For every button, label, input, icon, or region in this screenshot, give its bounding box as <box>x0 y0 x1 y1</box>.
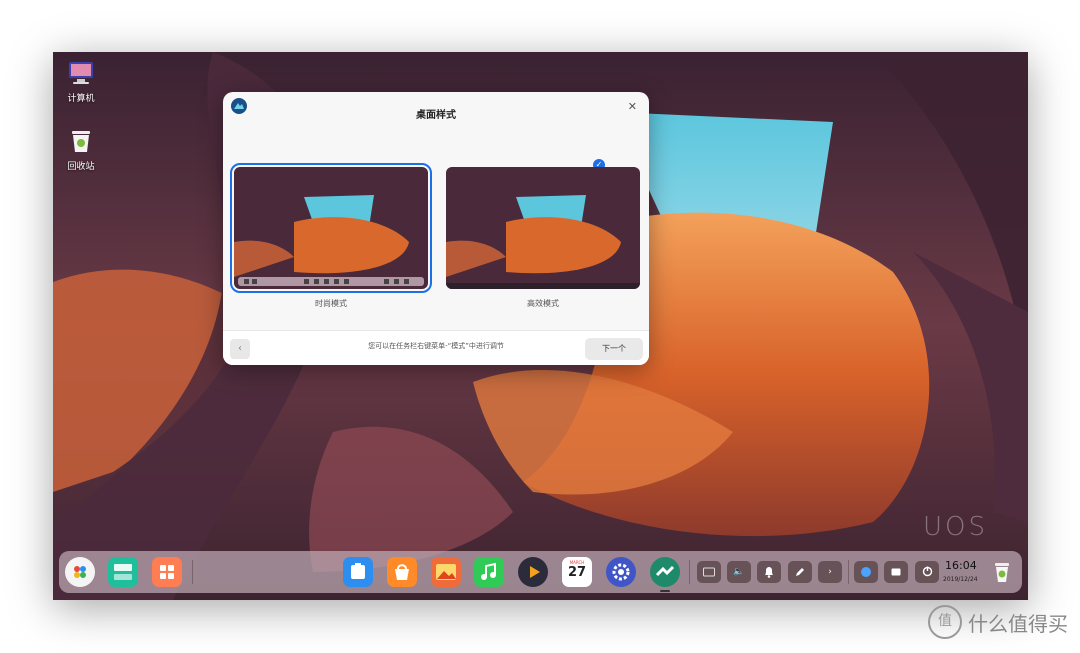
dock: MARCH 27 🔈 › 16:04 2019/12/24 <box>59 551 1022 593</box>
mode-option-efficient[interactable] <box>446 167 640 289</box>
browser-icon[interactable] <box>650 557 680 587</box>
site-watermark: 值 什么值得买 <box>928 605 1068 639</box>
dock-separator <box>848 560 849 584</box>
close-icon[interactable]: ✕ <box>628 100 637 113</box>
trash-icon[interactable] <box>987 557 1017 587</box>
volume-icon[interactable]: 🔈 <box>727 561 751 583</box>
site-watermark-text: 什么值得买 <box>968 611 1068 636</box>
mode-option-label: 高效模式 <box>527 299 559 308</box>
next-button[interactable]: 下一个 <box>585 338 643 360</box>
dialog-title: 桌面样式 <box>416 110 456 121</box>
notification-icon[interactable] <box>757 561 781 583</box>
desktop-icon-label: 回收站 <box>67 162 95 172</box>
music-icon[interactable] <box>474 557 504 587</box>
mode-option-fashion[interactable] <box>230 163 432 293</box>
launcher-icon[interactable] <box>65 557 95 587</box>
chevron-right-icon[interactable]: › <box>818 561 842 583</box>
calendar-icon[interactable]: MARCH 27 <box>562 557 592 587</box>
keyboard-icon[interactable] <box>697 561 721 583</box>
file-manager-icon[interactable] <box>343 557 373 587</box>
trash-icon <box>67 128 95 154</box>
image-viewer-icon[interactable] <box>431 557 461 587</box>
dialog-footer: ‹ 您可以在任务栏右键菜单-“模式”中进行调节 下一个 <box>223 330 649 365</box>
app-store-icon[interactable] <box>387 557 417 587</box>
network-icon[interactable] <box>854 561 878 583</box>
running-indicator <box>660 590 670 592</box>
screen-icon[interactable] <box>884 561 908 583</box>
desktop-screen: 计算机 回收站 UOS 桌面样式 ✕ ✓ 时尚模式 高效模式 ‹ 您可以在任务栏… <box>53 52 1028 600</box>
system-settings-icon[interactable] <box>606 557 636 587</box>
dock-separator <box>192 560 193 584</box>
mode-option-label: 时尚模式 <box>315 299 347 308</box>
desktop-icon-computer[interactable]: 计算机 <box>53 60 109 104</box>
clock-time[interactable]: 16:04 <box>945 559 977 572</box>
clock-date: 2019/12/24 <box>943 576 978 583</box>
desktop-style-dialog: 桌面样式 ✕ ✓ 时尚模式 高效模式 ‹ 您可以在任务栏右键菜单-“模式”中进行… <box>223 92 649 365</box>
power-icon[interactable] <box>915 561 939 583</box>
multitask-icon[interactable] <box>108 557 138 587</box>
pen-icon[interactable] <box>788 561 812 583</box>
desktop-icon-trash[interactable]: 回收站 <box>53 128 109 172</box>
computer-icon <box>67 60 95 86</box>
uos-watermark: UOS <box>923 512 988 542</box>
control-center-icon[interactable] <box>152 557 182 587</box>
site-logo-icon: 值 <box>928 605 962 639</box>
calendar-day: 27 <box>567 565 587 580</box>
video-player-icon[interactable] <box>518 557 548 587</box>
desktop-icon-label: 计算机 <box>67 94 95 104</box>
dock-separator <box>689 560 690 584</box>
